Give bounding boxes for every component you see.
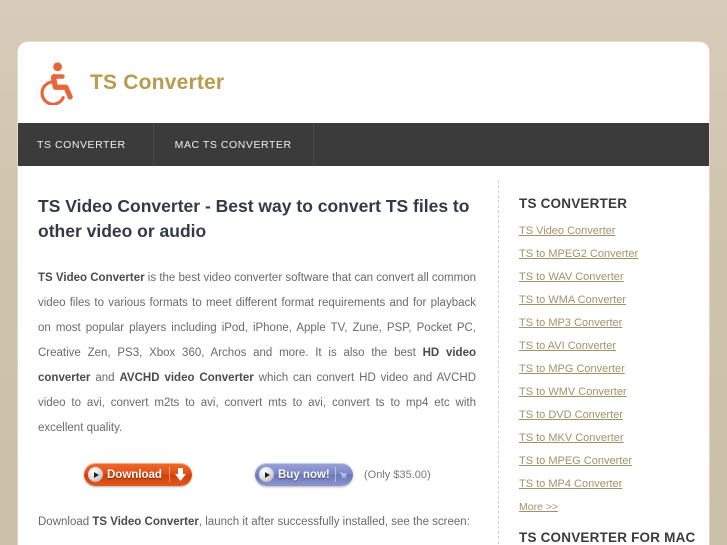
list-item: TS to WMA Converter — [519, 288, 698, 311]
sidebar-list-ts-converter: TS Video Converter TS to MPEG2 Converter… — [519, 219, 698, 518]
list-item: TS to MPG Converter — [519, 357, 698, 380]
sidebar-link-ts-to-mpeg[interactable]: TS to MPEG Converter — [519, 449, 632, 472]
paragraph-part-1: is the best video converter software tha… — [38, 272, 476, 359]
list-item: TS to MP3 Converter — [519, 311, 698, 334]
wheelchair-accessibility-icon — [40, 62, 73, 105]
sidebar-section-title-ts-converter: TS CONVERTER — [519, 196, 628, 211]
list-item: TS to MP4 Converter — [519, 472, 698, 495]
list-item: More >> — [519, 495, 698, 518]
nav-item-mac-ts-converter[interactable]: MAC TS CONVERTER — [154, 123, 314, 166]
buy-now-button-label: Buy now! — [278, 468, 330, 481]
sidebar-link-ts-to-wma[interactable]: TS to WMA Converter — [519, 288, 626, 311]
list-item: TS to AVI Converter — [519, 334, 698, 357]
screenshot-intro-bold: TS Video Converter — [92, 516, 199, 528]
sidebar-link-ts-to-mp4[interactable]: TS to MP4 Converter — [519, 472, 622, 495]
product-name-lead: TS Video Converter — [38, 272, 145, 284]
list-item: TS to DVD Converter — [519, 403, 698, 426]
list-item: TS to WMV Converter — [519, 380, 698, 403]
sidebar-link-ts-to-mkv[interactable]: TS to MKV Converter — [519, 426, 624, 449]
sidebar-link-more[interactable]: More >> — [519, 495, 558, 518]
screenshot-intro-part-2: , launch it after successfully installed… — [198, 516, 470, 528]
nav-item-label: MAC TS CONVERTER — [174, 138, 292, 151]
page-background: TS Converter TS CONVERTER MAC TS CONVERT… — [0, 0, 727, 545]
list-item: TS to WAV Converter — [519, 265, 698, 288]
sidebar-link-ts-to-wmv[interactable]: TS to WMV Converter — [519, 380, 627, 403]
download-arrow-icon — [175, 468, 186, 481]
button-separator — [169, 467, 170, 482]
play-circle-icon — [88, 467, 103, 482]
nav-item-label: TS CONVERTER — [37, 138, 126, 151]
action-button-row: Download Buy now! (Only $35.00) — [38, 463, 476, 486]
play-circle-icon — [259, 467, 274, 482]
price-note: (Only $35.00) — [364, 468, 431, 481]
screenshot-intro: Download TS Video Converter, launch it a… — [38, 516, 476, 528]
page-title: TS Video Converter - Best way to convert… — [38, 196, 470, 241]
screenshot-intro-part-1: Download — [38, 516, 93, 528]
buy-now-button[interactable]: Buy now! — [255, 463, 353, 486]
list-item: TS Video Converter — [519, 219, 698, 242]
sidebar-link-ts-video-converter[interactable]: TS Video Converter — [519, 219, 615, 242]
sidebar-link-ts-to-mpeg2[interactable]: TS to MPEG2 Converter — [519, 242, 638, 265]
sidebar-link-ts-to-mp3[interactable]: TS to MP3 Converter — [519, 311, 622, 334]
sidebar-link-ts-to-dvd[interactable]: TS to DVD Converter — [519, 403, 623, 426]
sidebar-link-ts-to-mpg[interactable]: TS to MPG Converter — [519, 357, 625, 380]
list-item: TS to MKV Converter — [519, 426, 698, 449]
site-container: TS Converter TS CONVERTER MAC TS CONVERT… — [18, 42, 709, 545]
sidebar: TS CONVERTER TS Video Converter TS to MP… — [499, 166, 708, 545]
logo-row[interactable]: TS Converter — [38, 61, 224, 105]
download-button-label: Download — [107, 468, 162, 481]
paragraph-part-2: and — [90, 372, 120, 384]
sidebar-link-ts-to-avi[interactable]: TS to AVI Converter — [519, 334, 616, 357]
list-item: TS to MPEG2 Converter — [519, 242, 698, 265]
site-header: TS Converter — [18, 42, 709, 123]
main-content: TS Video Converter - Best way to convert… — [18, 166, 498, 545]
download-button[interactable]: Download — [84, 463, 192, 486]
content-columns: TS Video Converter - Best way to convert… — [18, 166, 709, 545]
paragraph-bold-avchd: AVCHD video Converter — [119, 372, 254, 384]
list-item: TS to MPEG Converter — [519, 449, 698, 472]
main-navigation: TS CONVERTER MAC TS CONVERTER — [18, 123, 709, 166]
intro-paragraph: TS Video Converter is the best video con… — [38, 266, 476, 441]
site-title: TS Converter — [90, 71, 225, 94]
sidebar-link-ts-to-wav[interactable]: TS to WAV Converter — [519, 265, 624, 288]
sidebar-section-title-ts-converter-for-mac: TS CONVERTER FOR MAC — [519, 530, 696, 545]
nav-item-ts-converter[interactable]: TS CONVERTER — [18, 123, 154, 166]
shopping-cart-icon — [340, 472, 347, 478]
